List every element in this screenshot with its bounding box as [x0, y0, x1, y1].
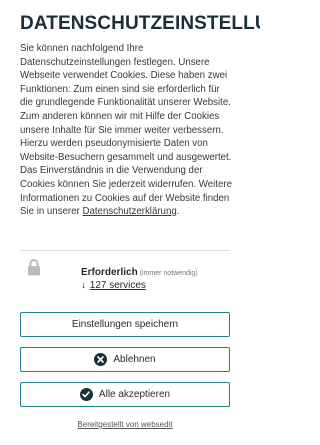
footer-credit-text: Bereitgestellt von websedit [77, 420, 173, 429]
category-name: Erforderlich [81, 267, 138, 278]
reject-label: Ablehnen [113, 354, 156, 365]
accept-all-label: Alle akzeptieren [98, 389, 171, 400]
lock-icon [28, 259, 40, 276]
services-count: 127 services [89, 280, 146, 291]
save-settings-button[interactable]: Einstellungen speichern [20, 312, 230, 337]
dialog-title: DATENSCHUTZEINSTELLUN [20, 13, 260, 34]
dialog-description: Sie können nachfolgend Ihre Datenschutze… [20, 42, 235, 219]
save-settings-label: Einstellungen speichern [71, 319, 179, 330]
close-icon [94, 353, 108, 366]
check-icon [79, 388, 93, 401]
services-toggle[interactable]: ↓ 127 services [81, 280, 146, 291]
footer-credit[interactable]: Bereitgestellt von websedit [0, 420, 250, 429]
section-divider [20, 250, 230, 251]
accept-all-button[interactable]: Alle akzeptieren [20, 382, 230, 407]
category-required: Erforderlich (immer notwendig) [81, 262, 198, 280]
category-note: (immer notwendig) [139, 270, 198, 277]
privacy-policy-link[interactable]: Datenschutzerklärung [82, 206, 176, 217]
description-end: . [176, 206, 180, 218]
privacy-settings-dialog: DATENSCHUTZEINSTELLUN Sie können nachfol… [0, 0, 260, 445]
description-text: Sie können nachfolgend Ihre Datenschutze… [20, 43, 232, 218]
services-arrow: ↓ [81, 280, 86, 291]
reject-button[interactable]: Ablehnen [20, 347, 230, 372]
